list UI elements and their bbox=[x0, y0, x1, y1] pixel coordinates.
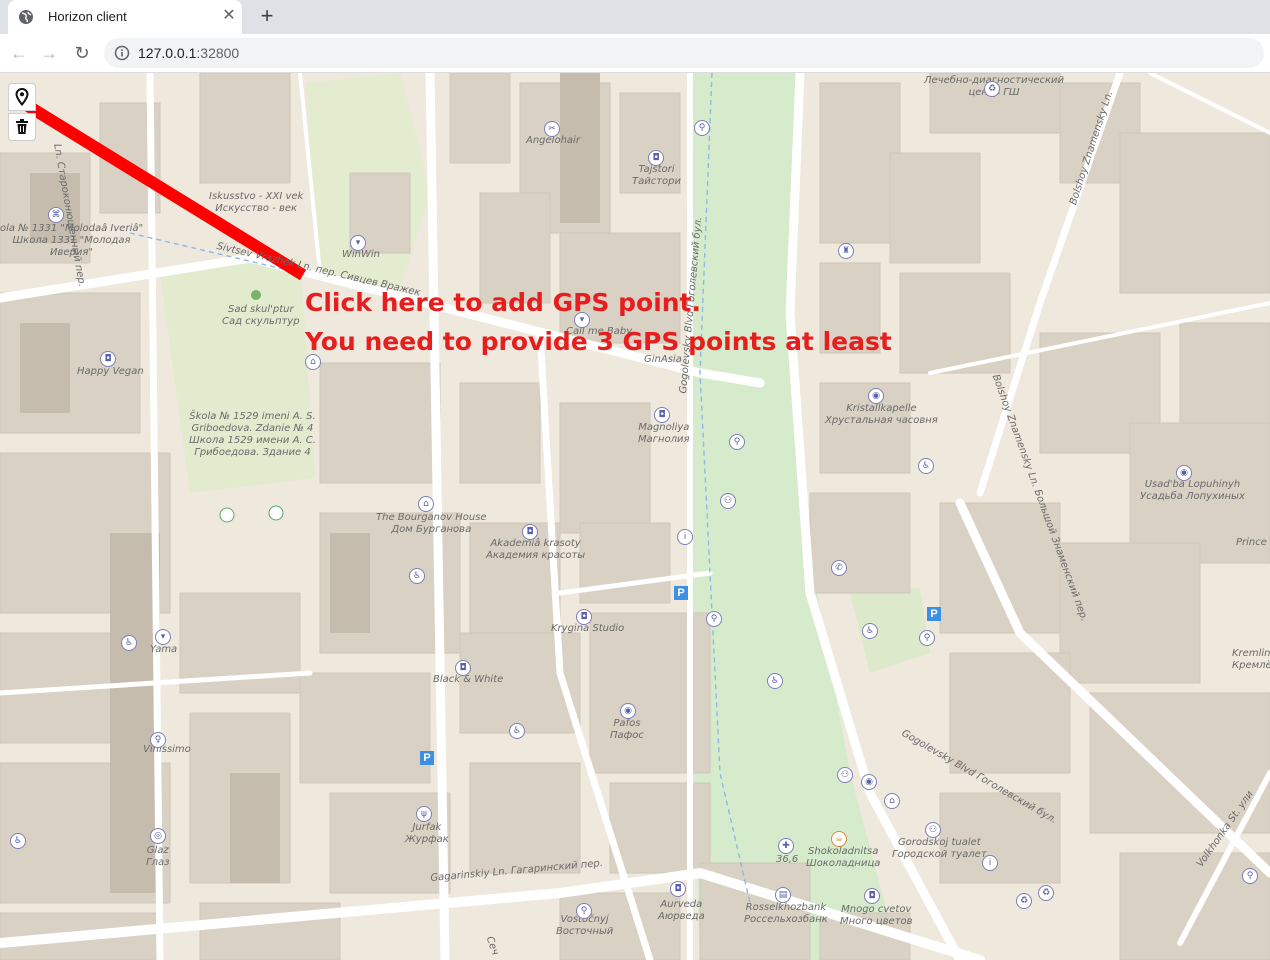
label-prince: Prince C bbox=[1236, 537, 1270, 548]
waste-basket-icon: ♻ bbox=[984, 81, 1000, 97]
museum-icon: ⌂ bbox=[884, 793, 900, 809]
phone-icon: ✆ bbox=[831, 560, 847, 576]
shop-icon: ◘ bbox=[648, 150, 664, 166]
label-black-white: Black & White bbox=[433, 674, 504, 685]
accessibility-icon: ♿ bbox=[10, 833, 26, 849]
accessibility-icon: ♿ bbox=[767, 673, 783, 689]
shop-icon: ◘ bbox=[522, 524, 538, 540]
parking-icon: P bbox=[674, 586, 688, 600]
shop-icon: ◘ bbox=[864, 888, 880, 904]
shop-icon: ◘ bbox=[100, 351, 116, 367]
toilets-icon: ⚇ bbox=[720, 493, 736, 509]
hint-line-2: You need to provide 3 GPS points at leas… bbox=[305, 327, 892, 356]
camera-icon: ◉ bbox=[1176, 465, 1192, 481]
accessibility-icon: ♿ bbox=[121, 635, 137, 651]
waste-basket-icon: ♻ bbox=[1038, 885, 1054, 901]
camera-icon: ◉ bbox=[868, 388, 884, 404]
label-winwin: WinWin bbox=[342, 249, 381, 260]
camera-icon: ◉ bbox=[620, 703, 636, 719]
label-shokoladnica: Shokoladnitsa Шоколадница bbox=[806, 846, 881, 869]
label-skola-1529: Škola № 1529 imeni A. S. Griboedova. Zdan… bbox=[189, 411, 316, 458]
bicycle-icon: ⚲ bbox=[706, 611, 722, 627]
browser-tab[interactable]: Horizon client ✕ bbox=[8, 0, 242, 34]
clothes-icon: ▾ bbox=[155, 629, 171, 645]
back-button[interactable]: ← bbox=[8, 42, 30, 64]
label-pafos: Pafos Пафос bbox=[610, 718, 644, 741]
add-gps-point-button[interactable] bbox=[8, 83, 36, 111]
label-sad-skulptur: Sad skul'ptur Сад скульптур bbox=[222, 304, 300, 327]
hint-line-1: Click here to add GPS point. bbox=[305, 288, 702, 317]
toilets-icon: ⚇ bbox=[837, 767, 853, 783]
shop-icon: ◘ bbox=[455, 660, 471, 676]
camera-icon: ◉ bbox=[861, 774, 877, 790]
label-vinissimo: Vinissimo bbox=[143, 744, 191, 755]
label-jurfak: Jurfak Журфак bbox=[405, 822, 449, 845]
accessibility-icon: ♿ bbox=[409, 568, 425, 584]
label-kristallkapelle: Kristallkapelle Хрустальная часовня bbox=[825, 403, 938, 426]
school-icon: ⌘ bbox=[48, 207, 64, 223]
bicycle-icon: ⚲ bbox=[576, 903, 592, 919]
label-rosselkhozbank: Rosselkhozbank Россельхозбанк bbox=[744, 902, 828, 925]
cafe-icon: ☕ bbox=[831, 831, 847, 847]
museum-icon: ⌂ bbox=[418, 496, 434, 512]
reload-button[interactable]: ↻ bbox=[71, 42, 93, 64]
info-icon: i bbox=[677, 529, 693, 545]
close-tab-icon[interactable]: ✕ bbox=[220, 7, 238, 25]
info-icon[interactable] bbox=[114, 45, 130, 61]
accessibility-icon: ♿ bbox=[918, 458, 934, 474]
forward-button[interactable]: → bbox=[38, 42, 60, 64]
clear-points-button[interactable] bbox=[8, 113, 36, 141]
bicycle-icon: ⚲ bbox=[1242, 868, 1258, 884]
tab-strip: Horizon client ✕ + bbox=[0, 0, 1270, 34]
label-yama: Yama bbox=[150, 644, 178, 655]
shop-icon: ◘ bbox=[576, 609, 592, 625]
trash-icon bbox=[16, 119, 28, 134]
restaurant-icon: ψ bbox=[416, 806, 432, 822]
bicycle-icon: ⚲ bbox=[919, 630, 935, 646]
bicycle-icon: ⚲ bbox=[729, 434, 745, 450]
globe-icon bbox=[19, 10, 33, 24]
label-tajstori: Tajstori Тайстори bbox=[632, 164, 682, 187]
label-krygina: Krygina Studio bbox=[551, 623, 625, 634]
label-usadba: Usad'ba Lopuhinyh Усадьба Лопухиных bbox=[1140, 479, 1245, 502]
label-glaz: Glaz Глаз bbox=[146, 845, 170, 868]
toilets-icon: ⚇ bbox=[925, 822, 941, 838]
optician-icon: ◎ bbox=[150, 828, 166, 844]
label-gorodskoj-tualet: Gorodskoj tualet Городской туалет bbox=[892, 837, 987, 860]
address-bar[interactable]: 127.0.0.1:32800 bbox=[104, 38, 1264, 68]
hairdresser-icon: ✂ bbox=[544, 121, 560, 137]
accessibility-icon: ♿ bbox=[509, 723, 525, 739]
label-kremlin: Kremlin Кремлё bbox=[1232, 648, 1270, 671]
tab-title: Horizon client bbox=[48, 9, 127, 24]
bank-icon: ▤ bbox=[775, 887, 791, 903]
label-happy-vegan: Happy Vegan bbox=[77, 366, 144, 377]
url-text: 127.0.0.1:32800 bbox=[138, 45, 240, 61]
accessibility-icon: ♿ bbox=[862, 623, 878, 639]
label-iskusstvo: Iskusstvo - XXI vek Искусство - век bbox=[209, 191, 304, 214]
pharmacy-icon: ✚ bbox=[778, 838, 794, 854]
castle-icon: ♜ bbox=[838, 243, 854, 259]
label-aurveda: Aurveda Аюрведа bbox=[658, 899, 705, 922]
label-magnoliya: Magnoliya Магнолия bbox=[638, 422, 690, 445]
parking-icon: P bbox=[927, 607, 941, 621]
shop-icon: ◘ bbox=[654, 407, 670, 423]
clothes-icon: ▾ bbox=[350, 235, 366, 251]
waste-basket-icon: ♻ bbox=[1016, 893, 1032, 909]
label-akademia: Akademiâ krasoty Академия красоты bbox=[486, 538, 586, 561]
browser-toolbar: ← → ↻ 127.0.0.1:32800 bbox=[0, 34, 1270, 73]
bicycle-icon: ⚲ bbox=[694, 120, 710, 136]
map-pin-icon bbox=[15, 88, 29, 106]
wine-icon: ♀ bbox=[150, 732, 166, 748]
label-bourganov: The Bourganov House Дом Бурганова bbox=[376, 512, 487, 535]
map-canvas[interactable]: Лечебно-диагностическийцентр ГШ Angeloha… bbox=[0, 73, 1270, 960]
label-house-36-6: 36,6 bbox=[776, 854, 799, 865]
gps-hint-text: Click here to add GPS point. You need to… bbox=[305, 283, 892, 361]
info-icon: i bbox=[982, 855, 998, 871]
shop-icon: ◘ bbox=[670, 881, 686, 897]
parking-icon: P bbox=[420, 751, 434, 765]
new-tab-button[interactable]: + bbox=[256, 5, 278, 27]
label-mnogo-cvetov: Mnogo cvetov Много цветов bbox=[840, 904, 913, 927]
